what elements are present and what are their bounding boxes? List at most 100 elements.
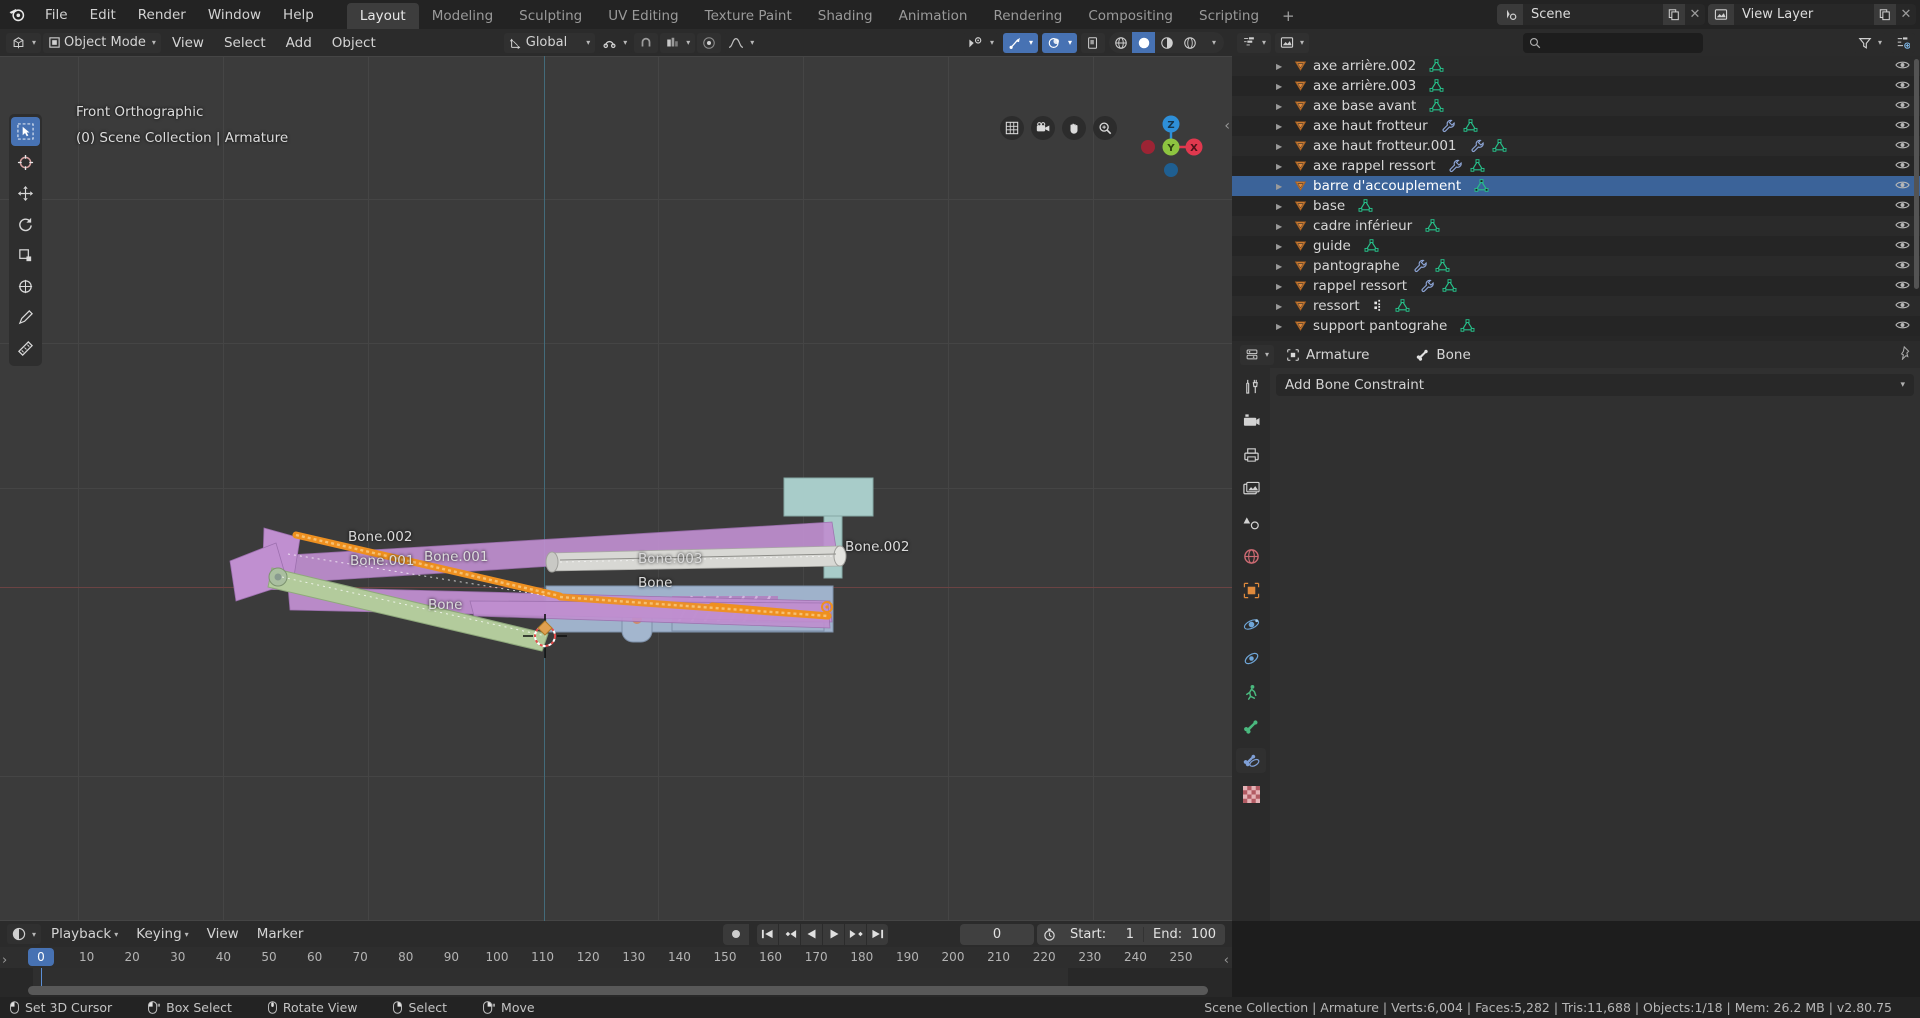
outliner-row[interactable]: ▶ axe haut frotteur.001	[1232, 136, 1920, 156]
new-view-layer-button[interactable]	[1874, 4, 1896, 25]
add-bone-constraint-dropdown[interactable]: Add Bone Constraint ▾	[1276, 374, 1914, 396]
timeline-left-toggle-icon[interactable]: ›	[2, 953, 7, 968]
play-reverse-icon[interactable]	[801, 923, 823, 945]
jump-to-start-icon[interactable]	[757, 923, 779, 945]
visibility-eye-icon[interactable]	[1895, 199, 1910, 211]
auto-keying-record-icon[interactable]	[723, 923, 750, 945]
grid-toggle-icon[interactable]	[1000, 116, 1024, 140]
breadcrumb-bone[interactable]: Bone	[1407, 344, 1478, 366]
mesh-data-icon[interactable]	[1442, 279, 1457, 293]
mesh-data-icon[interactable]	[1358, 199, 1373, 213]
viewport-menu-view[interactable]: View	[163, 33, 213, 53]
editor-type-properties-icon[interactable]: ▾	[1240, 344, 1275, 365]
timeline-menu-view[interactable]: View	[199, 924, 247, 944]
physics-orbit-icon[interactable]	[1236, 612, 1266, 637]
menu-render[interactable]: Render	[127, 0, 197, 29]
texture-checker-icon[interactable]	[1236, 782, 1266, 807]
visibility-eye-icon[interactable]	[1895, 279, 1910, 291]
mesh-data-icon[interactable]	[1460, 319, 1475, 333]
expand-arrow-icon[interactable]: ▶	[1276, 162, 1288, 171]
magnet-icon[interactable]	[634, 32, 659, 53]
expand-arrow-icon[interactable]: ▶	[1276, 242, 1288, 251]
modifier-wrench-icon[interactable]	[1448, 159, 1463, 173]
visibility-eye-icon[interactable]	[1895, 119, 1910, 131]
shading-options-caret[interactable]: ▾	[1201, 32, 1224, 53]
overlays-icon[interactable]: ▾	[1041, 32, 1077, 53]
tool-screwdriver-icon[interactable]	[1236, 374, 1266, 399]
rotate-tool[interactable]	[11, 210, 40, 239]
render-camera-icon[interactable]	[1236, 408, 1266, 433]
modifier-wrench-icon[interactable]	[1413, 259, 1428, 273]
jump-next-keyframe-icon[interactable]	[845, 923, 867, 945]
outliner-row[interactable]: ▶ rappel ressort	[1232, 276, 1920, 296]
modifier-wrench-icon[interactable]	[1420, 279, 1435, 293]
gizmo-icon[interactable]: ▾	[1002, 32, 1038, 53]
annotate-tool[interactable]	[11, 303, 40, 332]
outliner-row[interactable]: ▶ cadre inférieur	[1232, 216, 1920, 236]
expand-arrow-icon[interactable]: ▶	[1276, 222, 1288, 231]
timeline-menu-marker[interactable]: Marker	[249, 924, 312, 944]
visibility-eye-icon[interactable]	[1895, 259, 1910, 271]
armature-running-icon[interactable]	[1236, 680, 1266, 705]
outliner-row[interactable]: ▶ axe base avant	[1232, 96, 1920, 116]
modifier-wrench-icon[interactable]	[1470, 139, 1485, 153]
workspace-tab-shading[interactable]: Shading	[805, 3, 886, 29]
expand-arrow-icon[interactable]: ▶	[1276, 262, 1288, 271]
expand-arrow-icon[interactable]: ▶	[1276, 82, 1288, 91]
mesh-data-icon[interactable]	[1395, 299, 1410, 313]
view-layer-selector[interactable]: View Layer ✕	[1708, 4, 1916, 25]
modifier-wrench-icon[interactable]	[1441, 119, 1456, 133]
expand-arrow-icon[interactable]: ▶	[1276, 102, 1288, 111]
view-axis-gizmo[interactable]: Z X Y	[1132, 108, 1210, 186]
start-frame-value[interactable]: 1	[1126, 927, 1134, 942]
shading-rendered-button[interactable]	[1178, 32, 1201, 53]
current-frame-field[interactable]: 0	[960, 923, 1034, 945]
new-scene-button[interactable]	[1663, 4, 1685, 25]
visibility-eye-icon[interactable]	[1895, 79, 1910, 91]
visibility-eye-icon[interactable]	[1895, 179, 1910, 191]
scene-name-field[interactable]: Scene	[1523, 4, 1663, 25]
editor-type-outliner-icon[interactable]: ▾	[1237, 32, 1272, 53]
expand-arrow-icon[interactable]: ▶	[1276, 302, 1288, 311]
menu-help[interactable]: Help	[272, 0, 325, 29]
mesh-data-icon[interactable]	[1463, 119, 1478, 133]
viewport-sidebar-toggle-icon[interactable]: ‹	[1224, 118, 1230, 134]
remove-view-layer-button[interactable]: ✕	[1896, 4, 1916, 25]
timeline-right-toggle-icon[interactable]: ‹	[1224, 953, 1229, 968]
end-frame-value[interactable]: 100	[1191, 927, 1216, 942]
move-tool[interactable]	[11, 179, 40, 208]
mesh-data-icon[interactable]	[1429, 99, 1444, 113]
falloff-curve-icon[interactable]: ▾	[723, 32, 760, 53]
outliner-row[interactable]: ▶ ressort	[1232, 296, 1920, 316]
visibility-eye-icon[interactable]	[1895, 299, 1910, 311]
transform-tool[interactable]	[11, 272, 40, 301]
workspace-tab-rendering[interactable]: Rendering	[980, 3, 1075, 29]
outliner-row[interactable]: ▶ axe arrière.003	[1232, 76, 1920, 96]
pin-icon[interactable]	[1899, 346, 1913, 360]
expand-arrow-icon[interactable]: ▶	[1276, 62, 1288, 71]
workspace-tab-animation[interactable]: Animation	[886, 3, 981, 29]
select-box-tool[interactable]	[11, 117, 40, 146]
bone-constraint-icon[interactable]	[1236, 748, 1266, 773]
proportional-edit-icon[interactable]: ▾	[660, 32, 696, 53]
menu-window[interactable]: Window	[197, 0, 272, 29]
filter-funnel-icon[interactable]: ▾	[1852, 32, 1887, 53]
visibility-eye-icon[interactable]	[1895, 319, 1910, 331]
expand-arrow-icon[interactable]: ▶	[1276, 202, 1288, 211]
bone-green-icon[interactable]	[1236, 714, 1266, 739]
expand-arrow-icon[interactable]: ▶	[1276, 182, 1288, 191]
scene-selector[interactable]: Scene ✕	[1497, 4, 1705, 25]
workspace-tab-texture-paint[interactable]: Texture Paint	[692, 3, 805, 29]
shading-wireframe-button[interactable]	[1109, 32, 1132, 53]
new-collection-icon[interactable]	[1891, 32, 1915, 53]
object-constraint-icon[interactable]	[1236, 646, 1266, 671]
viewport-3d[interactable]: Front Orthographic (0) Scene Collection …	[0, 56, 1232, 921]
visibility-eye-icon[interactable]	[1895, 219, 1910, 231]
mesh-data-icon[interactable]	[1435, 259, 1450, 273]
editor-type-timeline-icon[interactable]: ▾	[7, 924, 42, 944]
outliner-display-mode-icon[interactable]: ▾	[1275, 32, 1310, 53]
visibility-eye-icon[interactable]	[1895, 139, 1910, 151]
timeline-playhead[interactable]: 0	[28, 948, 54, 966]
outliner-row[interactable]: ▶ axe haut frotteur	[1232, 116, 1920, 136]
jump-prev-keyframe-icon[interactable]	[779, 923, 801, 945]
